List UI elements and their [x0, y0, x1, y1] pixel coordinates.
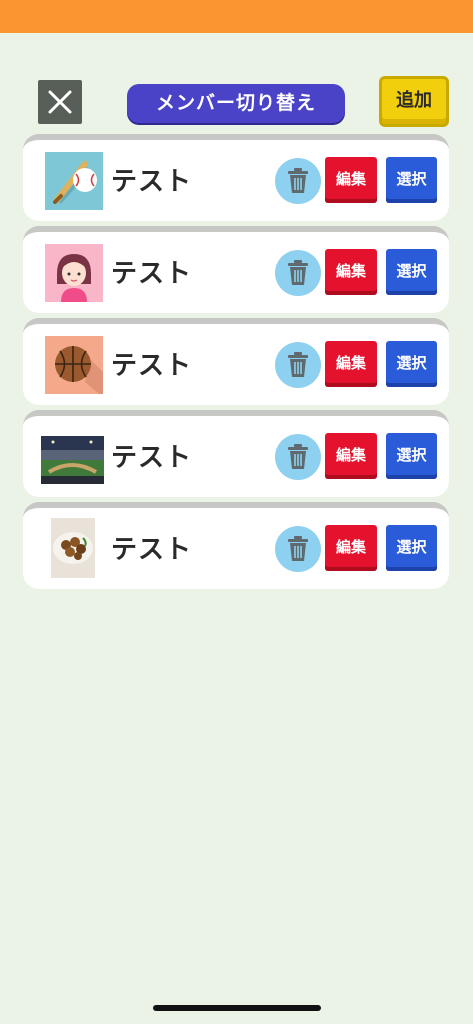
add-member-button[interactable]: 追加: [379, 76, 449, 127]
edit-button[interactable]: 編集: [325, 341, 377, 387]
trash-icon: [288, 260, 308, 285]
select-button[interactable]: 選択: [386, 249, 437, 295]
trash-icon: [288, 168, 308, 193]
edit-button[interactable]: 編集: [325, 157, 377, 203]
baseball-bat-icon: [45, 152, 103, 210]
member-name: テスト: [111, 259, 193, 289]
home-indicator[interactable]: [153, 1005, 321, 1011]
delete-button[interactable]: [275, 526, 321, 572]
member-name: テスト: [111, 535, 193, 565]
girl-avatar-icon: [45, 244, 103, 302]
delete-button[interactable]: [275, 250, 321, 296]
close-icon: [48, 90, 72, 114]
delete-button[interactable]: [275, 158, 321, 204]
delete-button[interactable]: [275, 434, 321, 480]
delete-button[interactable]: [275, 342, 321, 388]
select-button[interactable]: 選択: [386, 341, 437, 387]
member-row[interactable]: テスト 編集 選択: [23, 410, 449, 497]
trash-icon: [288, 536, 308, 561]
member-row[interactable]: テスト 編集 選択: [23, 318, 449, 405]
trash-icon: [288, 444, 308, 469]
trash-icon: [288, 352, 308, 377]
member-row[interactable]: テスト 編集 選択: [23, 502, 449, 589]
member-name: テスト: [111, 167, 193, 197]
edit-button[interactable]: 編集: [325, 525, 377, 571]
select-button[interactable]: 選択: [386, 433, 437, 479]
status-bar: [0, 0, 473, 33]
member-name: テスト: [111, 443, 193, 473]
stadium-photo: [41, 436, 104, 484]
food-photo: [51, 518, 95, 578]
page-title: メンバー切り替え: [127, 84, 345, 123]
close-button[interactable]: [38, 80, 82, 124]
basketball-icon: [45, 336, 103, 394]
member-row[interactable]: テスト 編集 選択: [23, 226, 449, 313]
member-name: テスト: [111, 351, 193, 381]
edit-button[interactable]: 編集: [325, 249, 377, 295]
select-button[interactable]: 選択: [386, 525, 437, 571]
edit-button[interactable]: 編集: [325, 433, 377, 479]
member-row[interactable]: テスト 編集 選択: [23, 134, 449, 221]
select-button[interactable]: 選択: [386, 157, 437, 203]
